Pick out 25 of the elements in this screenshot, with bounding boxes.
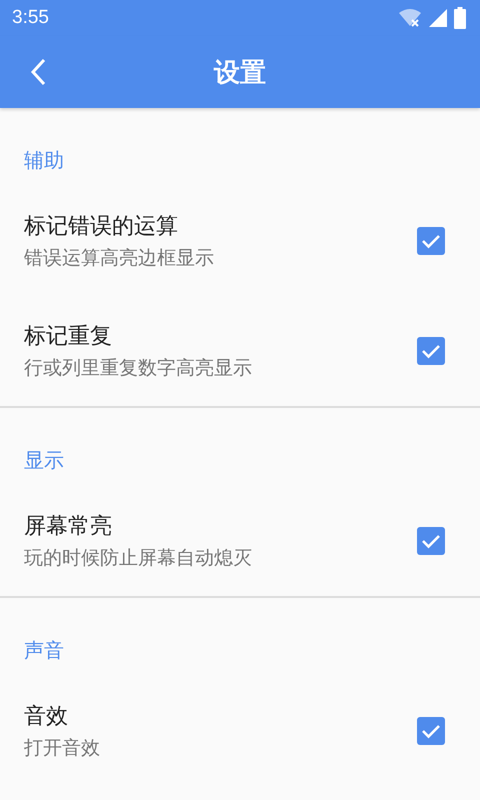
status-time: 3:55 — [12, 7, 49, 29]
checkbox[interactable] — [417, 227, 445, 255]
setting-title: 屏幕常亮 — [24, 513, 113, 541]
setting-description: 玩的时候防止屏幕自动熄灭 — [24, 546, 252, 571]
setting-description: 错误运算高亮边框显示 — [24, 246, 214, 271]
checkbox[interactable] — [417, 717, 445, 745]
setting-row[interactable]: 标记错误的运算 错误运算高亮边框显示 — [0, 186, 480, 296]
checkbox[interactable] — [417, 337, 445, 365]
setting-description: 打开音效 — [24, 736, 100, 761]
setting-row[interactable]: 音效 打开音效 — [0, 676, 480, 786]
setting-row[interactable]: 屏幕常亮 玩的时候防止屏幕自动熄灭 — [0, 486, 480, 596]
setting-title: 音效 — [24, 703, 69, 731]
section-header: 显示 — [24, 447, 64, 474]
battery-icon — [454, 7, 466, 29]
section-header: 声音 — [24, 637, 64, 664]
setting-row[interactable]: 标记重复 行或列里重复数字高亮显示 — [0, 296, 480, 406]
screen-title: 设置 — [214, 56, 266, 90]
back-icon — [30, 58, 46, 86]
wifi-off-icon — [398, 8, 422, 28]
section-header: 辅助 — [24, 147, 64, 174]
setting-description: 行或列里重复数字高亮显示 — [24, 356, 252, 381]
signal-icon — [428, 8, 448, 28]
setting-title: 标记重复 — [24, 323, 113, 351]
setting-title: 标记错误的运算 — [24, 213, 179, 241]
checkbox[interactable] — [417, 527, 445, 555]
